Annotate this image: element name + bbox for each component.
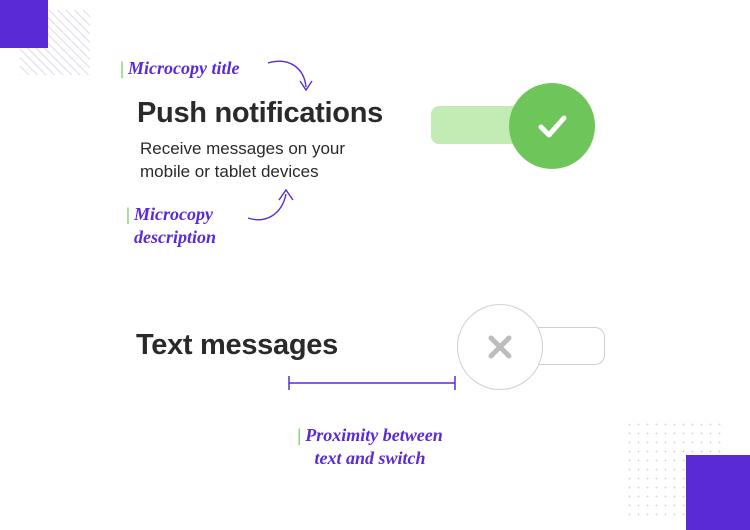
annotation-microcopy-description-l1: Microcopy xyxy=(134,204,213,224)
annotation-microcopy-title-text: Microcopy title xyxy=(128,58,239,78)
purple-square-tl xyxy=(0,0,48,48)
arrow-to-description-icon xyxy=(244,184,300,230)
annotation-proximity: |Proximity between text and switch xyxy=(255,424,485,469)
push-notifications-description: Receive messages on your mobile or table… xyxy=(140,138,370,184)
toggle-on-knob[interactable] xyxy=(509,83,595,169)
check-icon xyxy=(532,106,572,146)
annotation-microcopy-description: |Microcopy |description xyxy=(126,203,216,248)
annotation-microcopy-description-l2: description xyxy=(134,227,216,247)
push-notifications-title: Push notifications xyxy=(137,97,383,130)
toggle-off-knob[interactable] xyxy=(457,304,543,390)
annotation-proximity-l2: text and switch xyxy=(314,448,425,468)
x-icon xyxy=(481,328,519,366)
annotation-proximity-l1: Proximity between xyxy=(305,425,442,445)
text-messages-title: Text messages xyxy=(136,329,338,362)
annotation-microcopy-title: |Microcopy title xyxy=(120,57,239,80)
purple-square-br xyxy=(686,455,750,530)
arrow-to-title-icon xyxy=(264,53,320,99)
proximity-ruler-icon xyxy=(288,376,456,390)
